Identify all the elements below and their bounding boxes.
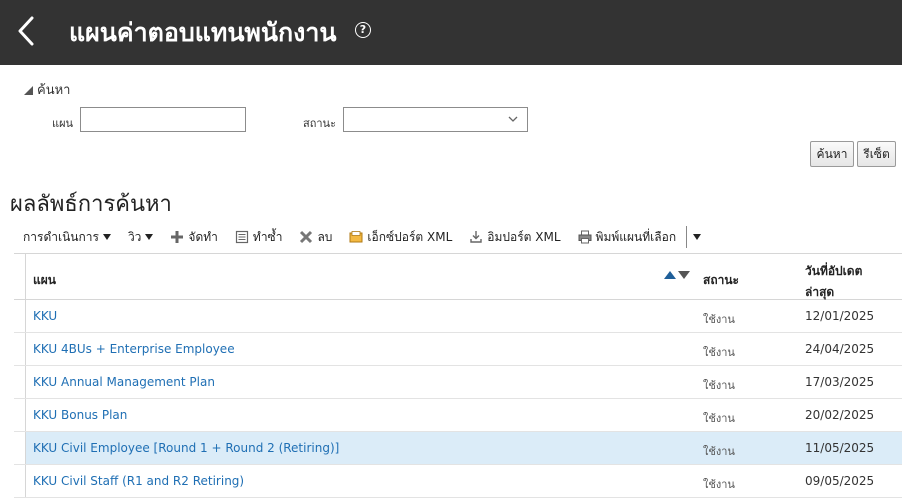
plan-input[interactable] [80,107,246,132]
results-table: แผน สถานะ วันที่อัปเดต ล่าสุด KKU ใช้งาน… [14,253,902,498]
export-icon [349,231,363,243]
table-row[interactable]: KKU Bonus Plan ใช้งาน 20/02/2025 [14,399,902,432]
duplicate-icon [235,230,249,244]
date-cell: 20/02/2025 [805,408,875,422]
toolbar-overflow-menu[interactable] [693,234,702,240]
app-header: แผนค่าตอบแทนพนักงาน ? [0,0,902,65]
results-title: ผลลัพธ์การค้นหา [10,192,172,217]
search-section-toggle[interactable]: ค้นหา [24,79,70,100]
row-gutter [14,366,26,398]
page-title: แผนค่าตอบแทนพนักงาน [69,18,337,47]
reset-button[interactable]: รีเซ็ต [857,141,896,167]
manage-button[interactable]: จัดทำ [170,228,218,247]
toolbar-divider [686,226,688,248]
plan-link[interactable]: KKU Annual Management Plan [33,375,215,389]
print-selected-label: พิมพ์แผนที่เลือก [595,229,677,244]
view-menu[interactable]: วิว [127,228,154,247]
status-cell: ใช้งาน [703,412,735,425]
plus-icon [171,231,184,243]
actions-menu[interactable]: การดำเนินการ [23,228,111,247]
table-row-selected[interactable]: KKU Civil Employee [Round 1 + Round 2 (R… [14,432,902,465]
date-cell: 11/05/2025 [805,441,875,455]
plan-link[interactable]: KKU 4BUs + Enterprise Employee [33,342,235,356]
caret-down-icon [102,234,111,240]
search-button[interactable]: ค้นหา [810,141,854,167]
row-gutter [14,399,26,431]
status-label: สถานะ [303,117,336,130]
duplicate-button[interactable]: ทำซ้ำ [235,228,283,247]
column-header-status[interactable]: สถานะ [703,271,739,290]
caret-down-icon [145,234,154,240]
sort-descending-icon[interactable] [678,271,690,279]
table-row[interactable]: KKU 4BUs + Enterprise Employee ใช้งาน 24… [14,333,902,366]
back-arrow-icon[interactable] [14,14,40,48]
plan-link[interactable]: KKU [33,309,57,323]
table-row[interactable]: KKU Civil Staff (R1 and R2 Retiring) ใช้… [14,465,902,498]
table-row[interactable]: KKU ใช้งาน 12/01/2025 [14,300,902,333]
import-xml-button[interactable]: อิมปอร์ต XML [469,228,561,247]
row-gutter [14,333,26,365]
delete-x-icon [300,230,313,244]
export-xml-button[interactable]: เอ็กซ์ปอร์ต XML [349,228,452,247]
row-gutter [14,432,26,464]
import-icon [470,231,482,243]
chevron-down-icon [508,116,518,122]
row-gutter [14,465,26,497]
date-cell: 17/03/2025 [805,375,875,389]
import-xml-label: อิมปอร์ต XML [487,229,561,244]
plan-link[interactable]: KKU Civil Staff (R1 and R2 Retiring) [33,474,244,488]
sort-ascending-icon[interactable] [664,271,676,279]
delete-button-label: ลบ [317,229,333,244]
help-icon[interactable]: ? [355,22,371,38]
plan-link[interactable]: KKU Bonus Plan [33,408,127,422]
view-menu-label: วิว [127,229,142,244]
plan-link[interactable]: KKU Civil Employee [Round 1 + Round 2 (R… [33,441,339,455]
caret-down-icon [693,234,702,240]
plan-label: แผน [52,117,74,130]
status-cell: ใช้งาน [703,478,735,491]
row-header-gutter [14,254,26,300]
export-xml-label: เอ็กซ์ปอร์ต XML [367,229,453,244]
status-cell: ใช้งาน [703,346,735,359]
date-cell: 12/01/2025 [805,309,875,323]
column-header-updated[interactable]: วันที่อัปเดต ล่าสุด [805,262,862,302]
duplicate-button-label: ทำซ้ำ [252,229,283,244]
column-header-updated-line1: วันที่อัปเดต [805,264,863,278]
results-toolbar: การดำเนินการ วิว จัดทำ ทำซ้ำ ลบ เอ็กซ์ปอ… [23,226,718,248]
status-cell: ใช้งาน [703,313,735,326]
column-header-plan[interactable]: แผน [33,271,56,290]
table-header: แผน สถานะ วันที่อัปเดต ล่าสุด [14,253,902,300]
manage-button-label: จัดทำ [188,229,218,244]
table-row[interactable]: KKU Annual Management Plan ใช้งาน 17/03/… [14,366,902,399]
date-cell: 24/04/2025 [805,342,875,356]
sort-control[interactable] [664,271,690,279]
actions-menu-label: การดำเนินการ [23,229,99,244]
row-gutter [14,300,26,332]
status-select[interactable] [343,107,528,132]
status-cell: ใช้งาน [703,445,735,458]
print-selected-button[interactable]: พิมพ์แผนที่เลือก [578,228,677,247]
delete-button[interactable]: ลบ [299,228,332,247]
status-cell: ใช้งาน [703,379,735,392]
search-section-label: ค้นหา [37,83,71,98]
date-cell: 09/05/2025 [805,474,875,488]
collapse-triangle-icon [24,86,33,95]
printer-icon [578,230,592,244]
